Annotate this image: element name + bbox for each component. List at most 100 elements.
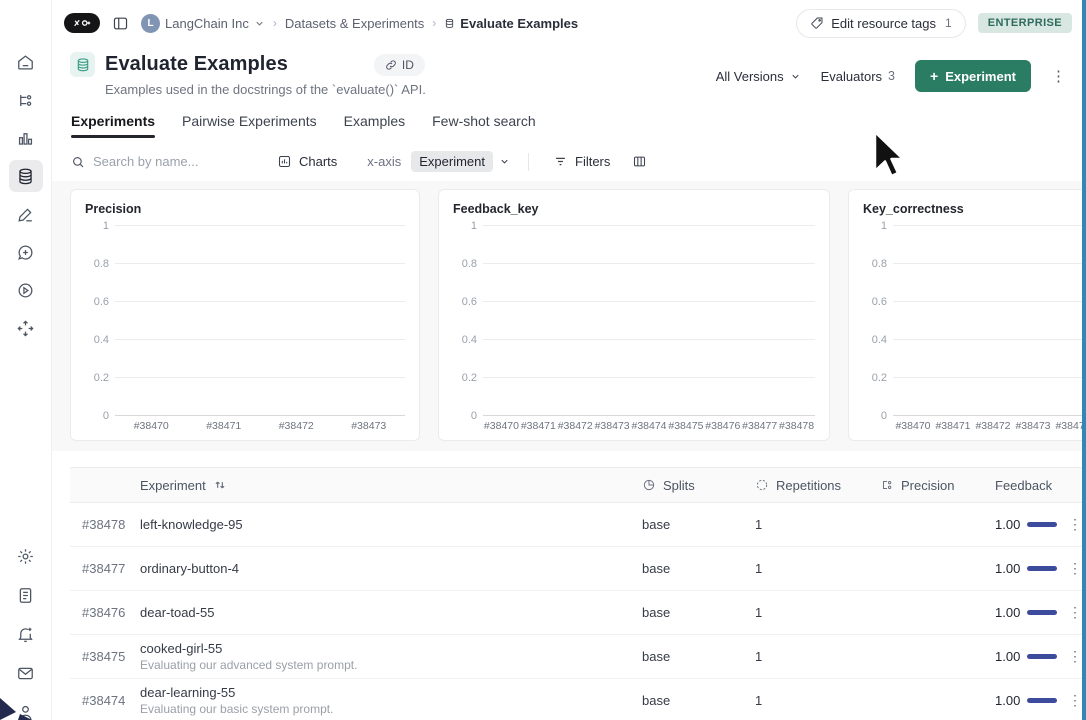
y-axis-tick: 0.8 (461, 258, 477, 270)
cell-experiment-name: cooked-girl-55 Evaluating our advanced sy… (140, 641, 642, 672)
chart-plot: 0 0.2 0.4 0.6 0.8 1 (462, 220, 815, 422)
cell-experiment-id: #38478 (82, 517, 126, 532)
cell-repetitions: 1 (755, 517, 763, 532)
prompts-icon[interactable] (9, 198, 43, 230)
table-row[interactable]: #38478 left-knowledge-95 base 1 1.00 ⋮ (70, 503, 1082, 547)
x-axis-tick: #38470 (483, 420, 519, 432)
experiments-table: Experiment Splits Repetitions Precision … (70, 467, 1082, 720)
copy-id-button[interactable]: ID (373, 53, 425, 76)
header-kebab-menu[interactable]: ⋮ (1051, 69, 1066, 84)
experiments-toolbar: Charts x-axis Experiment Filters (52, 138, 1086, 181)
cell-experiment-name: left-knowledge-95 (140, 517, 243, 532)
cell-repetitions: 1 (755, 561, 763, 576)
repeat-circle-icon (756, 479, 768, 491)
breadcrumb-org[interactable]: L LangChain Inc (141, 13, 265, 33)
cell-experiment-name: dear-learning-55 Evaluating our basic sys… (140, 685, 642, 716)
screen-edge-artifact (1082, 0, 1086, 720)
breadcrumb-page[interactable]: Evaluate Examples (444, 16, 578, 31)
all-versions-dropdown[interactable]: All Versions (716, 69, 801, 84)
y-axis-tick: 0 (470, 410, 477, 422)
feedback-value: 1.00 (995, 649, 1021, 664)
breadcrumb: L LangChain Inc › Datasets & Experiments… (141, 13, 578, 33)
topbar-right: Edit resource tags 1 ENTERPRISE (796, 8, 1072, 38)
home-icon[interactable] (9, 46, 43, 78)
main-area: L LangChain Inc › Datasets & Experiments… (52, 0, 1086, 720)
x-axis-tick: #38477 (742, 420, 778, 432)
corner-artifact (0, 698, 32, 720)
tracing-projects-icon[interactable] (9, 84, 43, 116)
tab-examples[interactable]: Examples (344, 113, 405, 138)
tab-experiments[interactable]: Experiments (71, 113, 156, 138)
x-axis-tick: #38472 (557, 420, 593, 432)
chevron-down-icon (792, 74, 799, 79)
cell-splits: base (642, 605, 671, 620)
charts-toggle-button[interactable]: Charts (271, 150, 343, 173)
dashboards-icon[interactable] (9, 122, 43, 154)
table-row[interactable]: #38477 ordinary-button-4 base 1 1.00 ⋮ (70, 547, 1082, 591)
x-axis-tick: #38475 (668, 420, 704, 432)
cell-feedback: 1.00 (995, 561, 1060, 576)
search-input[interactable] (93, 154, 233, 169)
xaxis-selector[interactable]: Experiment (411, 151, 510, 172)
notifications-icon[interactable] (9, 618, 43, 650)
cell-repetitions: 1 (755, 649, 763, 664)
x-axis-labels: #38470 #38471 #38472 #38473 #38474 #38475 #384… (483, 420, 815, 432)
feedback-bar (1027, 610, 1058, 615)
y-axis-tick: 0.6 (461, 296, 477, 308)
datasets-icon[interactable] (8, 160, 43, 192)
cell-experiment-description: Evaluating our advanced system prompt. (140, 658, 358, 672)
cell-experiment-id: #38476 (82, 605, 126, 620)
sidebar-toggle-icon[interactable] (112, 15, 129, 32)
x-axis-tick: #38473 (1015, 420, 1051, 432)
columns-button[interactable] (626, 150, 653, 173)
x-axis-tick: #38471 (520, 420, 556, 432)
langsmith-logo[interactable] (64, 13, 100, 33)
table-row[interactable]: #38474 dear-learning-55 Evaluating our bas… (70, 679, 1082, 720)
y-axis-tick: 0 (880, 410, 887, 422)
column-header-precision: Precision (880, 478, 995, 493)
edit-resource-tags-button[interactable]: Edit resource tags 1 (796, 8, 966, 38)
settings-icon[interactable] (9, 540, 43, 572)
tab-pairwise-experiments[interactable]: Pairwise Experiments (182, 113, 317, 138)
y-axis-tick: 0.4 (871, 334, 887, 346)
tab-few-shot-search[interactable]: Few-shot search (432, 113, 535, 138)
new-experiment-button[interactable]: + Experiment (915, 60, 1031, 92)
column-header-splits: Splits (642, 478, 755, 493)
y-axis-tick: 0.8 (93, 258, 109, 270)
tab-bar: Experiments Pairwise Experiments Example… (52, 97, 1086, 138)
playground-icon[interactable] (9, 274, 43, 306)
x-axis-tick: #38470 (895, 420, 931, 432)
breadcrumb-section[interactable]: Datasets & Experiments (285, 16, 424, 31)
feedback-mail-icon[interactable] (9, 657, 43, 689)
deployments-icon[interactable] (9, 312, 43, 344)
cell-repetitions: 1 (755, 605, 763, 620)
table-row[interactable]: #38476 dear-toad-55 base 1 1.00 ⋮ (70, 591, 1082, 635)
y-axis-tick: 0.2 (461, 372, 477, 384)
x-axis-tick: #38470 (133, 420, 169, 432)
chevron-down-icon (256, 21, 263, 26)
dataset-icon (70, 52, 95, 77)
cell-splits: base (642, 649, 671, 664)
table-row[interactable]: #38475 cooked-girl-55 Evaluating our advan… (70, 635, 1082, 679)
table-header: Experiment Splits Repetitions Precision … (70, 467, 1082, 503)
chart-card-key_correctness: Key_correctness 0 0.2 0.4 0.6 0.8 1 #38470 #3847… (848, 189, 1086, 441)
x-axis-tick: #38471 (206, 420, 242, 432)
filter-icon (556, 157, 565, 166)
cell-splits: base (642, 693, 671, 708)
page-header: Evaluate Examples ID Examples used in th… (52, 46, 1086, 97)
docs-icon[interactable] (9, 579, 43, 611)
evaluators-button[interactable]: Evaluators 3 (821, 69, 895, 84)
pie-icon (643, 479, 655, 491)
y-axis-tick: 1 (880, 220, 887, 232)
database-icon (446, 18, 454, 28)
x-axis-tick: #38473 (594, 420, 630, 432)
cell-repetitions: 1 (755, 693, 763, 708)
chart-card-precision: Precision 0 0.2 0.4 0.6 0.8 1 #38470 #38471 #3847… (70, 189, 420, 441)
org-avatar: L (141, 13, 160, 33)
feedback-value: 1.00 (995, 561, 1021, 576)
filters-button[interactable]: Filters (547, 150, 616, 173)
top-navbar: L LangChain Inc › Datasets & Experiments… (52, 0, 1086, 46)
annotation-queues-icon[interactable] (9, 236, 43, 268)
feedback-bar (1027, 522, 1058, 527)
column-header-experiment[interactable]: Experiment (140, 478, 642, 493)
